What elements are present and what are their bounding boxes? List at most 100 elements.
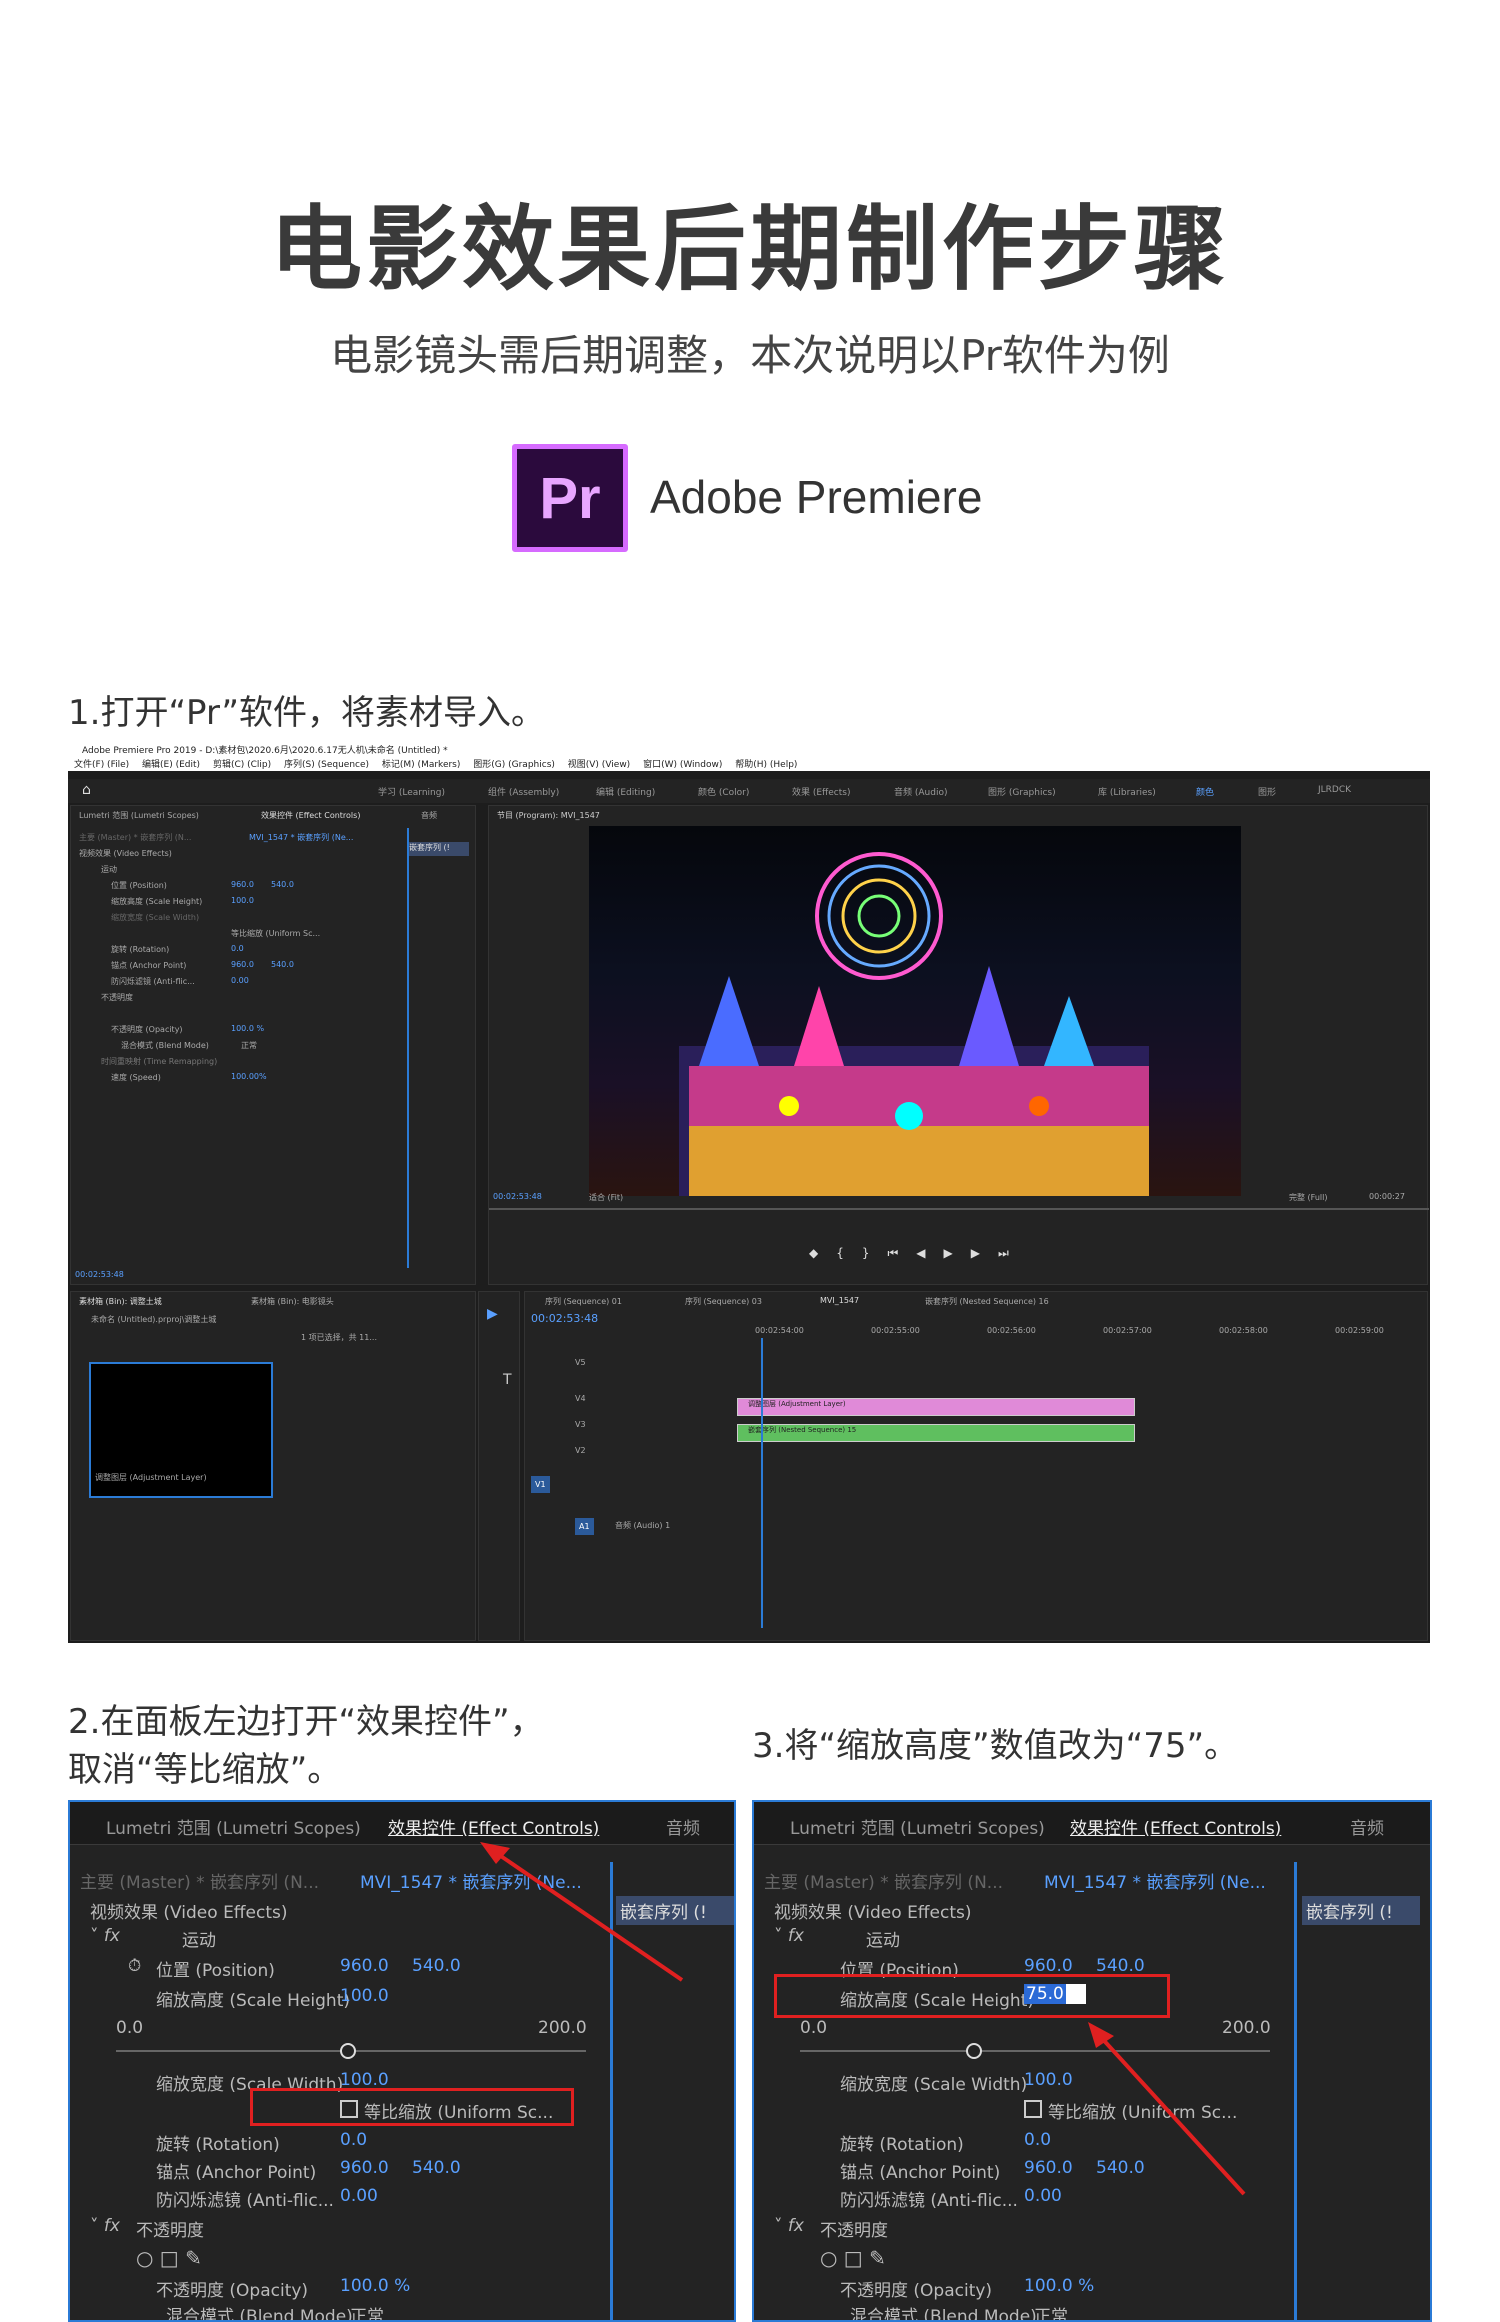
sequence-label[interactable]: MVI_1547 * 嵌套序列 (Ne... <box>249 832 353 843</box>
step-3-text: 3.将“缩放高度”数值改为“75”。 <box>752 1726 1239 1766</box>
selection-tool-icon[interactable]: ▶ <box>487 1306 498 1322</box>
scale-label: 缩放高度 (Scale Height) <box>111 897 203 906</box>
project-panel: 素材箱 (Bin): 调整土城 素材箱 (Bin): 电影镜头 未命名 (Unt… <box>70 1291 476 1641</box>
motion-label[interactable]: 运动 <box>101 864 117 875</box>
uniform-scale-label[interactable]: 等比缩放 (Uniform Sc... <box>231 928 320 939</box>
menu-edit[interactable]: 编辑(E) (Edit) <box>142 760 200 770</box>
track-v5[interactable]: V5 <box>575 1358 586 1367</box>
seq-tab-3[interactable]: 序列 (Sequence) 03 <box>685 1296 762 1307</box>
ws-editing[interactable]: 编辑 (Editing) <box>596 785 655 798</box>
program-timecode: 00:02:53:48 <box>493 1192 542 1201</box>
scale-width-label: 缩放宽度 (Scale Width) <box>111 913 200 922</box>
tab-bin-1[interactable]: 素材箱 (Bin): 调整土城 <box>79 1296 162 1307</box>
ws-libraries[interactable]: 库 (Libraries) <box>1098 785 1156 798</box>
timeline-playhead[interactable] <box>761 1338 763 1628</box>
menu-view[interactable]: 视图(V) (View) <box>568 760 630 770</box>
clip-nested-sequence[interactable]: 嵌套序列 (Nested Sequence) 15 <box>737 1424 1135 1442</box>
tab-effect-controls[interactable]: 效果控件 (Effect Controls) <box>261 810 360 821</box>
seq-tab-mvi[interactable]: MVI_1547 <box>820 1296 859 1305</box>
ec-timecode: 00:02:53:48 <box>75 1270 124 1279</box>
ws-graphics[interactable]: 图形 (Graphics) <box>988 785 1056 798</box>
menu-markers[interactable]: 标记(M) (Markers) <box>382 760 460 770</box>
menu-graphics[interactable]: 图形(G) (Graphics) <box>473 760 555 770</box>
amusement-park-image <box>679 852 1149 1196</box>
effect-controls-panel-small: Lumetri 范围 (Lumetri Scopes) 效果控件 (Effect… <box>70 805 476 1285</box>
seq-tab-1[interactable]: 序列 (Sequence) 01 <box>545 1296 622 1307</box>
track-v2[interactable]: V2 <box>575 1446 586 1455</box>
product-name: Adobe Premiere <box>650 471 983 523</box>
ws-audio[interactable]: 音频 (Audio) <box>894 785 947 798</box>
step-1-text: 1.打开“Pr”软件，将素材导入。 <box>68 693 545 733</box>
speed-value[interactable]: 100.00% <box>231 1072 267 1081</box>
menu-help[interactable]: 帮助(H) (Help) <box>735 760 797 770</box>
premiere-screenshot: Adobe Premiere Pro 2019 - D:\素材包\2020.6月… <box>68 743 1430 1643</box>
tools-panel: ▶ T <box>478 1291 520 1641</box>
project-path: 未命名 (Untitled).prproj\调整土城 <box>91 1315 217 1324</box>
ruler-0: 00:02:54:00 <box>755 1326 804 1335</box>
workspace-bar: ⌂ 学习 (Learning) 组件 (Assembly) 编辑 (Editin… <box>68 779 1430 803</box>
position-label: 位置 (Position) <box>111 881 167 890</box>
playhead-line <box>407 828 409 1268</box>
rotation-value[interactable]: 0.0 <box>231 944 244 953</box>
antiflicker-value[interactable]: 0.00 <box>231 976 249 985</box>
timeline-panel: 序列 (Sequence) 01 序列 (Sequence) 03 MVI_15… <box>524 1291 1428 1641</box>
thumb-label: 调整图层 (Adjustment Layer) <box>95 1473 207 1482</box>
ws-color[interactable]: 颜色 (Color) <box>698 785 749 798</box>
anchor-y[interactable]: 540.0 <box>271 960 294 969</box>
step-2-line-1: 2.在面板左边打开“效果控件”， <box>68 1702 544 1742</box>
scale-value[interactable]: 100.0 <box>231 896 254 905</box>
ws-custom[interactable]: JLRDCK <box>1318 785 1351 795</box>
track-v1[interactable]: V1 <box>531 1476 550 1493</box>
adjustment-layer-thumb[interactable]: 调整图层 (Adjustment Layer) <box>89 1362 273 1498</box>
tab-bin-2[interactable]: 素材箱 (Bin): 电影镜头 <box>251 1296 334 1307</box>
anchor-x[interactable]: 960.0 <box>231 960 254 969</box>
window-title: Adobe Premiere Pro 2019 - D:\素材包\2020.6月… <box>68 743 1430 757</box>
step-2-line-2: 取消“等比缩放”。 <box>68 1750 342 1790</box>
master-label: 主要 (Master) * 嵌套序列 (N... <box>79 833 192 842</box>
position-x[interactable]: 960.0 <box>231 880 254 889</box>
tab-audio[interactable]: 音频 <box>421 810 437 821</box>
ws-color-active[interactable]: 颜色 <box>1196 785 1214 798</box>
scrub-bar[interactable] <box>489 1208 1429 1210</box>
track-v4[interactable]: V4 <box>575 1394 586 1403</box>
seq-tab-nested[interactable]: 嵌套序列 (Nested Sequence) 16 <box>925 1296 1049 1307</box>
time-remap-label[interactable]: 时间重映射 (Time Remapping) <box>101 1056 217 1067</box>
menu-bar: 文件(F) (File) 编辑(E) (Edit) 剪辑(C) (Clip) 序… <box>68 757 1430 771</box>
full-dropdown[interactable]: 完整 (Full) <box>1289 1192 1327 1203</box>
ruler-3: 00:02:57:00 <box>1103 1326 1152 1335</box>
anchor-label: 锚点 (Anchor Point) <box>111 961 187 970</box>
seq-timecode[interactable]: 00:02:53:48 <box>531 1312 598 1325</box>
ws-learning[interactable]: 学习 (Learning) <box>378 785 445 798</box>
speed-label: 速度 (Speed) <box>111 1073 161 1082</box>
page-subtitle: 电影镜头需后期调整，本次说明以Pr软件为例 <box>330 331 1170 380</box>
menu-file[interactable]: 文件(F) (File) <box>74 760 129 770</box>
program-label: 节目 (Program): MVI_1547 <box>497 811 600 820</box>
duration-timecode: 00:00:27 <box>1369 1192 1405 1201</box>
type-tool-icon[interactable]: T <box>503 1372 512 1388</box>
blend-value[interactable]: 正常 <box>241 1040 257 1051</box>
home-icon[interactable]: ⌂ <box>82 782 91 798</box>
position-y[interactable]: 540.0 <box>271 880 294 889</box>
video-effects-label: 视频效果 (Video Effects) <box>79 849 172 858</box>
blend-label: 混合模式 (Blend Mode) <box>121 1041 209 1050</box>
video-frame <box>589 826 1241 1196</box>
track-v3[interactable]: V3 <box>575 1420 586 1429</box>
menu-clip[interactable]: 剪辑(C) (Clip) <box>213 760 271 770</box>
ruler-2: 00:02:56:00 <box>987 1326 1036 1335</box>
transport-controls[interactable]: ◆{}⏮◀▶▶⏭ <box>809 1246 1027 1261</box>
fit-dropdown[interactable]: 适合 (Fit) <box>589 1192 623 1203</box>
ws-assembly[interactable]: 组件 (Assembly) <box>488 785 559 798</box>
clip-adjustment-layer[interactable]: 调整图层 (Adjustment Layer) <box>737 1398 1135 1416</box>
tab-lumetri-scopes[interactable]: Lumetri 范围 (Lumetri Scopes) <box>79 810 199 821</box>
antiflicker-label: 防闪烁滤镜 (Anti-flic... <box>111 977 195 986</box>
opacity-value[interactable]: 100.0 % <box>231 1024 264 1033</box>
opacity-section[interactable]: 不透明度 <box>101 992 133 1003</box>
selection-count: 1 项已选择，共 11... <box>301 1333 377 1342</box>
track-a1[interactable]: A1 <box>575 1518 594 1535</box>
ws-effects[interactable]: 效果 (Effects) <box>792 785 850 798</box>
ruler-4: 00:02:58:00 <box>1219 1326 1268 1335</box>
menu-window[interactable]: 窗口(W) (Window) <box>643 760 722 770</box>
effect-controls-zoom-step2: Lumetri 范围 (Lumetri Scopes) 效果控件 (Effect… <box>68 1800 736 2322</box>
menu-sequence[interactable]: 序列(S) (Sequence) <box>284 760 369 770</box>
ws-graphics-2[interactable]: 图形 <box>1258 785 1276 798</box>
